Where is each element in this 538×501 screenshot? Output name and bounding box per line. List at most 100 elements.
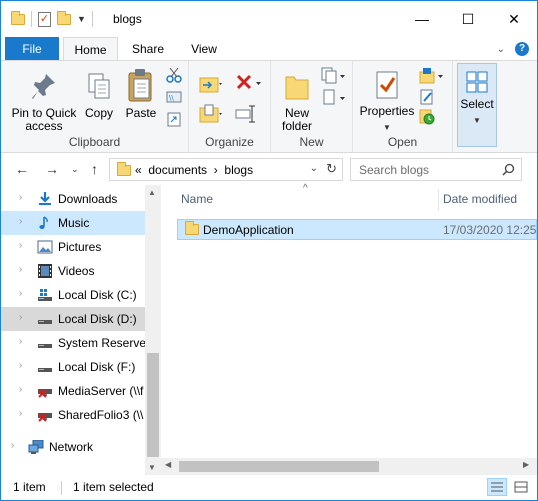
properties-button[interactable]: Properties ▼ — [357, 69, 417, 134]
network-drive-disconnected-icon — [38, 389, 52, 398]
nav-label: MediaServer (\\f — [58, 384, 144, 398]
copy-path-icon[interactable]: \\ — [166, 90, 182, 104]
breadcrumb-blogs[interactable]: blogs — [224, 163, 253, 177]
clipboard-group: Pin to Quick access Copy Paste \\ Clipbo… — [1, 61, 189, 153]
breadcrumb: « documents › blogs — [135, 163, 253, 177]
forward-arrow-icon[interactable]: → — [45, 161, 59, 177]
navigation-pane: › Downloads › Music › Pictures › Videos … — [1, 185, 161, 475]
back-arrow-icon[interactable]: ← — [15, 161, 29, 177]
expand-chevron-icon[interactable]: › — [11, 440, 14, 451]
network-drive-disconnected-icon — [38, 413, 52, 422]
expand-chevron-icon[interactable]: › — [19, 384, 22, 395]
details-view-button[interactable] — [487, 478, 507, 496]
nav-item-system-reserved[interactable]: › System Reserved — [1, 331, 145, 355]
nav-scrollbar[interactable]: ▲ ▼ — [145, 185, 161, 475]
close-button[interactable]: ✕ — [491, 1, 537, 37]
nav-label: Pictures — [58, 240, 102, 254]
expand-chevron-icon[interactable]: › — [19, 216, 22, 227]
breadcrumb-overflow[interactable]: « — [135, 163, 142, 177]
tab-share[interactable]: Share — [125, 37, 171, 61]
search-box[interactable]: Search blogs — [350, 158, 522, 181]
search-icon[interactable] — [502, 163, 515, 176]
horizontal-scrollbar-thumb[interactable] — [179, 461, 379, 472]
tab-view[interactable]: View — [181, 37, 227, 61]
paste-shortcut-icon[interactable] — [166, 111, 182, 127]
copy-button[interactable]: Copy — [81, 71, 117, 120]
refresh-icon[interactable]: ↻ — [326, 161, 337, 177]
minimize-ribbon-icon[interactable]: ⌄ — [497, 44, 505, 55]
paste-button[interactable]: Paste — [121, 67, 161, 120]
minimize-button[interactable]: — — [399, 1, 445, 37]
new-folder-qat-icon[interactable] — [57, 10, 71, 25]
nav-item-local-disk-f[interactable]: › Local Disk (F:) — [1, 355, 145, 379]
customize-qat-dropdown-icon[interactable]: ▼ — [77, 14, 86, 24]
sort-ascending-icon: ^ — [303, 183, 308, 194]
expand-chevron-icon[interactable]: › — [19, 408, 22, 419]
breadcrumb-separator[interactable]: › — [214, 163, 218, 177]
tab-home[interactable]: Home — [63, 37, 118, 61]
file-list-horizontal-scrollbar[interactable]: ◀ ▶ — [161, 458, 537, 475]
rename-icon[interactable] — [235, 103, 257, 125]
file-row[interactable]: DemoApplication 17/03/2020 12:25 — [177, 219, 537, 240]
new-item-icon[interactable] — [321, 67, 349, 85]
nav-item-downloads[interactable]: › Downloads — [1, 187, 145, 211]
nav-item-pictures[interactable]: › Pictures — [1, 235, 145, 259]
scroll-right-arrow-icon[interactable]: ▶ — [523, 460, 529, 469]
column-header-name[interactable]: Name — [181, 185, 213, 213]
expand-chevron-icon[interactable]: › — [19, 288, 22, 299]
delete-icon[interactable] — [235, 73, 263, 95]
nav-item-network[interactable]: › Network — [1, 435, 145, 459]
copy-to-icon[interactable] — [199, 103, 223, 125]
drive-icon — [38, 320, 52, 324]
pin-to-quick-access-button[interactable]: Pin to Quick access — [9, 71, 79, 133]
nav-item-local-disk-c[interactable]: › Local Disk (C:) — [1, 283, 145, 307]
move-to-icon[interactable] — [199, 73, 223, 95]
easy-access-icon[interactable] — [321, 89, 349, 107]
expand-chevron-icon[interactable]: › — [19, 312, 22, 323]
maximize-button[interactable]: ☐ — [445, 1, 491, 37]
help-icon[interactable]: ? — [515, 42, 529, 56]
scroll-up-arrow-icon[interactable]: ▲ — [148, 188, 156, 197]
column-header-date-modified[interactable]: Date modified — [443, 185, 517, 213]
select-button[interactable]: Select ▼ — [457, 63, 497, 147]
large-icons-view-button[interactable] — [511, 478, 531, 496]
recent-locations-chevron-icon[interactable]: ⌄ — [71, 164, 79, 175]
up-arrow-icon[interactable]: ↑ — [91, 161, 98, 177]
videos-icon — [38, 264, 52, 278]
expand-chevron-icon[interactable]: › — [19, 360, 22, 371]
file-explorer-window: ✓ ▼ blogs — ☐ ✕ File Home Share View ⌄ ?… — [0, 0, 538, 501]
history-icon[interactable] — [419, 109, 435, 125]
properties-dropdown-icon[interactable]: ▼ — [357, 121, 417, 134]
scroll-down-arrow-icon[interactable]: ▼ — [148, 463, 156, 472]
pictures-icon — [37, 240, 53, 254]
address-bar[interactable]: « documents › blogs ⌄ ↻ — [109, 158, 343, 181]
expand-chevron-icon[interactable]: › — [19, 192, 22, 203]
nav-scrollbar-thumb[interactable] — [147, 353, 159, 457]
nav-item-videos[interactable]: › Videos — [1, 259, 145, 283]
open-icon[interactable] — [419, 67, 447, 85]
nav-label: System Reserved — [58, 336, 145, 350]
select-group: Select ▼ — [453, 61, 501, 153]
navigation-bar: ← → ⌄ ↑ « documents › blogs ⌄ ↻ Search b… — [1, 153, 537, 185]
nav-item-local-disk-d[interactable]: › Local Disk (D:) — [1, 307, 145, 331]
large-icons-view-icon — [514, 481, 528, 493]
tab-file[interactable]: File — [5, 37, 59, 61]
expand-chevron-icon[interactable]: › — [19, 264, 22, 275]
scroll-left-arrow-icon[interactable]: ◀ — [165, 460, 171, 469]
new-folder-button[interactable]: New folder — [277, 71, 317, 133]
nav-item-sharedfolio3[interactable]: › SharedFolio3 (\\ — [1, 403, 145, 427]
divider — [61, 481, 62, 495]
cut-icon[interactable] — [166, 67, 182, 83]
download-icon — [39, 192, 51, 205]
nav-item-music[interactable]: › Music — [1, 211, 145, 235]
column-divider[interactable] — [438, 189, 439, 211]
address-dropdown-icon[interactable]: ⌄ — [310, 163, 318, 174]
nav-label: Downloads — [58, 192, 118, 206]
expand-chevron-icon[interactable]: › — [19, 336, 22, 347]
edit-icon[interactable] — [419, 89, 435, 105]
properties-check-icon[interactable]: ✓ — [38, 11, 51, 27]
expand-chevron-icon[interactable]: › — [19, 240, 22, 251]
breadcrumb-documents[interactable]: documents — [148, 163, 207, 177]
open-group-label: Open — [387, 135, 418, 149]
nav-item-mediaserver[interactable]: › MediaServer (\\f — [1, 379, 145, 403]
